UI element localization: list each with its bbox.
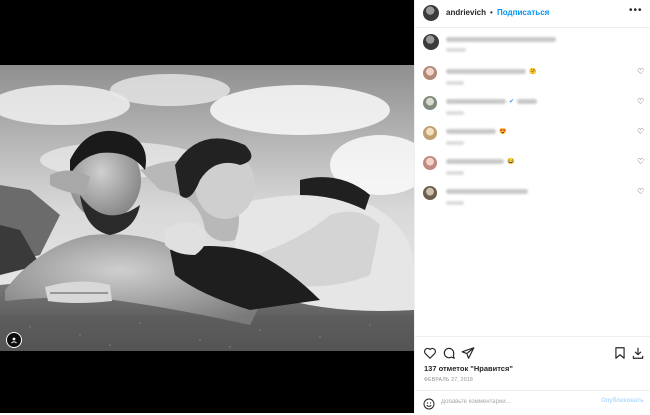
avatar[interactable]: [423, 34, 439, 50]
avatar[interactable]: [423, 126, 437, 140]
list-item: 😍 ♡: [415, 122, 650, 152]
caption-meta-blurred: [446, 48, 466, 52]
avatar[interactable]: [423, 96, 437, 110]
download-icon[interactable]: [631, 346, 645, 360]
avatar[interactable]: [423, 66, 437, 80]
smiley-icon[interactable]: [423, 397, 435, 410]
post-header: andrievich • Подписаться •••: [415, 0, 650, 28]
more-icon[interactable]: •••: [629, 5, 643, 16]
list-item: ♡: [415, 182, 650, 212]
post-media-area: [0, 0, 414, 413]
like-comment-heart-icon[interactable]: ♡: [637, 128, 645, 136]
like-comment-heart-icon[interactable]: ♡: [637, 68, 645, 76]
emoji: 😂: [507, 159, 515, 165]
avatar[interactable]: [423, 186, 437, 200]
comment-text-blurred: [517, 99, 537, 104]
comment-meta-blurred: [446, 141, 464, 145]
like-comment-heart-icon[interactable]: ♡: [637, 98, 645, 106]
comment-meta-blurred: [446, 201, 464, 205]
post-photo[interactable]: [0, 65, 414, 351]
comment-text-blurred: [446, 159, 504, 164]
avatar[interactable]: [423, 156, 437, 170]
comment-text-blurred: [446, 189, 528, 194]
instagram-post-modal: andrievich • Подписаться ••• 🤗 ♡ ✔ ♡ 😍 ♡…: [0, 0, 650, 413]
list-item: ✔ ♡: [415, 92, 650, 122]
separator-dot: •: [490, 8, 493, 17]
list-item: 🤗 ♡: [415, 62, 650, 92]
comment-meta-blurred: [446, 111, 464, 115]
share-icon[interactable]: [461, 346, 475, 360]
like-comment-heart-icon[interactable]: ♡: [637, 158, 645, 166]
comment-input[interactable]: [441, 396, 591, 408]
post-caption: [415, 32, 650, 62]
like-comment-heart-icon[interactable]: ♡: [637, 188, 645, 196]
emoji: 🤗: [529, 69, 537, 75]
comment-text-blurred: [446, 69, 526, 74]
follow-button[interactable]: Подписаться: [497, 8, 549, 17]
add-comment-bar: Опубликовать: [415, 390, 650, 413]
comment-meta-blurred: [446, 81, 464, 85]
comment-text-blurred: [446, 129, 496, 134]
user-tag-icon[interactable]: [6, 332, 22, 348]
bookmark-icon[interactable]: [613, 346, 627, 360]
post-date: ФЕВРАЛЬ 27, 2018: [424, 377, 474, 383]
likes-count[interactable]: 137 отметок "Нравится": [424, 364, 513, 373]
avatar[interactable]: [423, 5, 439, 21]
comment-meta-blurred: [446, 171, 464, 175]
post-details-panel: andrievich • Подписаться ••• 🤗 ♡ ✔ ♡ 😍 ♡…: [414, 0, 650, 413]
post-actions-bar: [415, 336, 650, 366]
emoji: 😍: [499, 129, 507, 135]
username-link[interactable]: andrievich: [446, 8, 486, 17]
heart-icon[interactable]: [423, 346, 437, 360]
comment-icon[interactable]: [442, 346, 456, 360]
verified-badge-icon: ✔: [509, 99, 515, 105]
comment-text-blurred: [446, 99, 506, 104]
publish-button[interactable]: Опубликовать: [601, 398, 644, 404]
list-item: 😂 ♡: [415, 152, 650, 182]
caption-text-blurred: [446, 37, 556, 42]
